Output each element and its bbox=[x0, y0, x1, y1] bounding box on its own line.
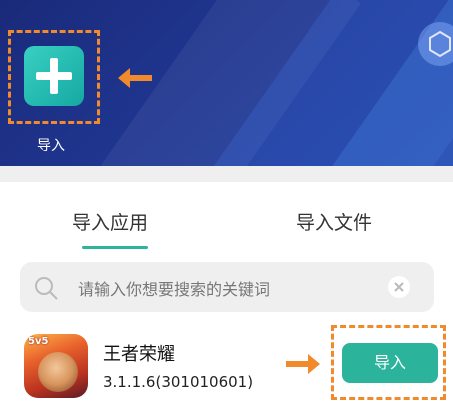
import-label: 导入 bbox=[37, 138, 65, 154]
arrow-right-icon bbox=[286, 354, 320, 374]
app-icon: 5v5 bbox=[24, 334, 88, 398]
close-icon bbox=[394, 282, 404, 292]
tab-import-app[interactable]: 导入应用 bbox=[72, 208, 148, 235]
section-divider bbox=[0, 166, 453, 182]
floating-tool-icon[interactable] bbox=[418, 22, 453, 66]
active-tab-indicator bbox=[82, 246, 148, 249]
app-badge: 5v5 bbox=[28, 336, 49, 347]
search-input[interactable]: 请输入你想要搜索的关键词 bbox=[78, 276, 270, 300]
top-banner: 导入 bbox=[0, 0, 453, 166]
arrow-left-icon bbox=[118, 68, 152, 88]
cube-icon bbox=[429, 30, 451, 58]
app-artwork bbox=[38, 352, 78, 392]
app-name: 王者荣耀 bbox=[103, 344, 175, 365]
import-add-button[interactable] bbox=[24, 46, 84, 106]
import-button[interactable]: 导入 bbox=[342, 343, 438, 383]
search-bar[interactable]: 请输入你想要搜索的关键词 bbox=[20, 262, 434, 312]
tab-import-file[interactable]: 导入文件 bbox=[296, 208, 372, 235]
app-version: 3.1.1.6(301010601) bbox=[103, 373, 254, 391]
plus-icon bbox=[36, 58, 72, 94]
search-icon bbox=[35, 277, 58, 300]
clear-search-button[interactable] bbox=[388, 276, 410, 298]
